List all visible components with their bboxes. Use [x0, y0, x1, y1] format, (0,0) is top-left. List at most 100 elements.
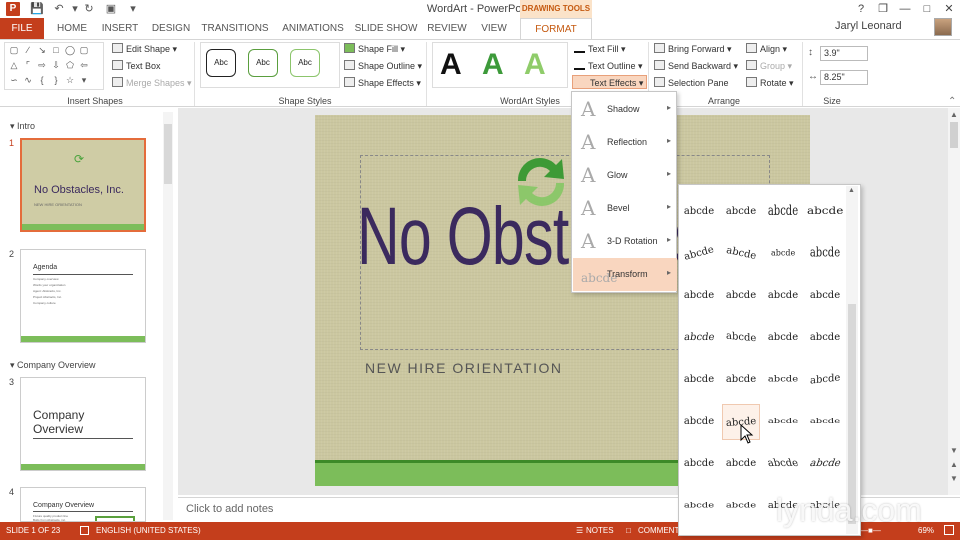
shape-height-input[interactable]: 3.9": [820, 46, 868, 61]
line-shape-icon[interactable]: ∕: [23, 45, 33, 55]
text-fill-button[interactable]: Text Fill ▾: [574, 42, 626, 56]
user-name[interactable]: Jaryl Leonard: [835, 20, 902, 32]
undo-icon[interactable]: ↶: [52, 2, 66, 16]
transform-option[interactable]: abcde: [722, 488, 760, 524]
transform-option[interactable]: abcde: [764, 362, 802, 398]
customize-quick-access-icon[interactable]: ▾: [126, 2, 140, 16]
save-icon[interactable]: 💾: [30, 2, 44, 16]
transform-option[interactable]: abcde: [722, 320, 760, 356]
transform-option[interactable]: abcde: [764, 404, 802, 440]
wordart-style-green[interactable]: A: [482, 48, 504, 82]
tab-transitions[interactable]: TRANSITIONS: [200, 18, 270, 39]
section-header-company-overview[interactable]: ▾ Company Overview: [10, 360, 96, 371]
slide-scrollbar[interactable]: ▲ ▼ ▲ ▼: [948, 108, 960, 495]
left-arrow-shape-icon[interactable]: ⇦: [79, 60, 89, 70]
transform-option[interactable]: abcde: [680, 404, 718, 440]
slide-subtitle[interactable]: NEW HIRE ORIENTATION: [365, 360, 562, 376]
transform-option[interactable]: abcde: [680, 446, 718, 482]
tab-design[interactable]: DESIGN: [150, 18, 192, 39]
menu-item-shadow[interactable]: A Shadow ▸: [573, 93, 677, 126]
triangle-shape-icon[interactable]: △: [9, 60, 19, 70]
transform-option[interactable]: abcde: [806, 362, 844, 398]
scroll-up-icon[interactable]: ▲: [848, 187, 855, 194]
merge-shapes-button[interactable]: Merge Shapes ▾: [112, 76, 192, 90]
arrow-shape-icon[interactable]: ↘: [37, 45, 47, 55]
curve-shape-icon[interactable]: ∽: [9, 75, 19, 85]
edit-shape-button[interactable]: Edit Shape ▾: [112, 42, 177, 56]
bring-forward-button[interactable]: Bring Forward ▾: [654, 42, 732, 56]
transform-option[interactable]: abcde: [680, 236, 718, 272]
selection-pane-button[interactable]: Selection Pane: [654, 76, 729, 90]
notes-placeholder[interactable]: Click to add notes: [186, 503, 273, 515]
tab-home[interactable]: HOME: [52, 18, 92, 39]
text-effects-button[interactable]: Text Effects ▾: [572, 75, 648, 89]
transform-option[interactable]: abcde: [722, 194, 760, 230]
previous-slide-icon[interactable]: ▲: [950, 460, 958, 469]
tab-format[interactable]: FORMAT: [520, 18, 592, 39]
tab-slide-show[interactable]: SLIDE SHOW: [354, 18, 418, 39]
more-shapes-icon[interactable]: ▾: [79, 75, 89, 85]
star-shape-icon[interactable]: ☆: [65, 75, 75, 85]
start-from-beginning-icon[interactable]: ▣: [104, 2, 118, 16]
slide-thumbnail-3[interactable]: Company Overview: [20, 377, 146, 471]
shape-outline-button[interactable]: Shape Outline ▾: [344, 59, 422, 73]
close-icon[interactable]: ✕: [940, 2, 958, 16]
scrollbar-thumb[interactable]: [164, 124, 172, 184]
menu-item-bevel[interactable]: A Bevel ▸: [573, 192, 677, 225]
brace-shape-icon[interactable]: {: [37, 75, 47, 85]
transform-option[interactable]: abcde: [680, 320, 718, 356]
powerpoint-app-icon[interactable]: P: [6, 2, 20, 16]
rectangle-shape-icon[interactable]: ▢: [9, 45, 19, 55]
rotate-button[interactable]: Rotate ▾: [746, 76, 794, 90]
menu-item-3d-rotation[interactable]: A 3-D Rotation ▸: [573, 225, 677, 258]
shape-style-swatch-lightgreen[interactable]: Abc: [290, 49, 320, 77]
maximize-icon[interactable]: □: [918, 2, 936, 16]
shape-style-swatch-dark[interactable]: Abc: [206, 49, 236, 77]
scroll-down-icon[interactable]: ▼: [950, 446, 958, 455]
rounded-rect-shape-icon[interactable]: ▢: [79, 45, 89, 55]
down-arrow-shape-icon[interactable]: ⇩: [51, 60, 61, 70]
tab-insert[interactable]: INSERT: [98, 18, 142, 39]
tab-animations[interactable]: ANIMATIONS: [278, 18, 348, 39]
notes-toggle-button[interactable]: NOTES: [586, 522, 614, 540]
wordart-style-black[interactable]: A: [440, 48, 462, 82]
elbow-connector-icon[interactable]: ⌜: [23, 60, 33, 70]
transform-option[interactable]: abcde: [806, 236, 844, 272]
transform-option[interactable]: abcde: [680, 194, 718, 230]
transform-option[interactable]: abcde: [680, 278, 718, 314]
shapes-gallery[interactable]: ▢ ∕ ↘ □ ◯ ▢ △ ⌜ ⇨ ⇩ ⬠ ⇦ ∽ ∿ { } ☆ ▾: [4, 42, 104, 90]
scroll-up-icon[interactable]: ▲: [950, 110, 958, 119]
comments-icon[interactable]: □: [626, 522, 631, 540]
wordart-style-lightgreen[interactable]: A: [524, 48, 546, 82]
minimize-icon[interactable]: —: [896, 2, 914, 16]
transform-option[interactable]: abcde: [680, 362, 718, 398]
tab-file[interactable]: FILE: [0, 18, 44, 39]
menu-item-glow[interactable]: A Glow ▸: [573, 159, 677, 192]
transform-option[interactable]: abcde: [806, 194, 844, 230]
tab-review[interactable]: REVIEW: [426, 18, 468, 39]
scrollbar-thumb[interactable]: [848, 304, 856, 524]
spelling-check-icon[interactable]: [80, 526, 89, 535]
transform-option[interactable]: abcde: [764, 236, 802, 272]
menu-item-reflection[interactable]: A Reflection ▸: [573, 126, 677, 159]
slide-thumbnail-2[interactable]: Agenda Company overview Words your organ…: [20, 249, 146, 343]
send-backward-button[interactable]: Send Backward ▾: [654, 59, 738, 73]
slide-thumbnail-1[interactable]: ⟳ No Obstacles, Inc. NEW HIRE ORIENTATIO…: [20, 138, 146, 232]
avatar[interactable]: [934, 18, 952, 36]
transform-option[interactable]: abcde: [680, 488, 718, 524]
group-button[interactable]: Group ▾: [746, 59, 792, 73]
shape-effects-button[interactable]: Shape Effects ▾: [344, 76, 421, 90]
transform-option[interactable]: abcde: [764, 446, 802, 482]
transform-option[interactable]: abcde: [806, 320, 844, 356]
oval-shape-icon[interactable]: ◯: [65, 45, 75, 55]
undo-dropdown-icon[interactable]: ▾: [68, 2, 82, 16]
shape-width-input[interactable]: 8.25": [820, 70, 868, 85]
shape-fill-button[interactable]: Shape Fill ▾: [344, 42, 405, 56]
brace-right-shape-icon[interactable]: }: [51, 75, 61, 85]
text-outline-button[interactable]: Text Outline ▾: [574, 59, 643, 73]
transform-option[interactable]: abcde: [722, 362, 760, 398]
help-icon[interactable]: ?: [852, 2, 870, 16]
transform-option[interactable]: abcde: [806, 278, 844, 314]
slide-thumbnail-4[interactable]: Company Overview Fixture quality product…: [20, 487, 146, 522]
freeform-shape-icon[interactable]: ∿: [23, 75, 33, 85]
